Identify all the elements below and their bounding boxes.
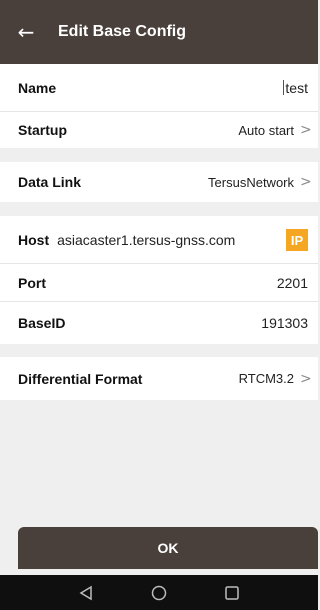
host-input[interactable]: asiacaster1.tersus-gnss.com [57, 232, 270, 248]
diff-format-label: Differential Format [18, 370, 143, 387]
name-input[interactable]: test [282, 80, 308, 96]
diff-format-value: RTCM3.2 [238, 371, 294, 386]
app-header: ← Edit Base Config [0, 0, 318, 64]
host-label: Host [18, 232, 50, 248]
nav-back-button[interactable] [76, 583, 96, 603]
data-link-value: TersusNetwork [208, 174, 294, 190]
startup-label: Startup [18, 122, 67, 138]
ip-toggle-button[interactable]: IP [286, 229, 308, 251]
startup-value: Auto start [238, 122, 294, 138]
chevron-right-icon: > [300, 174, 312, 190]
chevron-right-icon: > [300, 122, 312, 138]
port-row[interactable]: Port 2201 [0, 264, 318, 302]
port-input[interactable]: 2201 [277, 275, 308, 291]
chevron-right-icon: > [300, 370, 312, 387]
recents-square-icon [224, 585, 239, 600]
name-label: Name [18, 80, 57, 96]
page-title: Edit Base Config [58, 23, 187, 40]
back-triangle-icon [79, 585, 93, 600]
name-row[interactable]: Name test [0, 64, 318, 112]
data-link-row[interactable]: Data Link TersusNetwork > [0, 162, 318, 202]
nav-home-button[interactable] [149, 583, 169, 603]
host-row: Host asiacaster1.tersus-gnss.com IP [0, 216, 318, 264]
ok-button[interactable]: OK [18, 527, 318, 569]
back-button[interactable]: ← [4, 22, 48, 42]
base-id-input[interactable]: 191303 [261, 315, 308, 331]
port-label: Port [18, 275, 46, 291]
nav-recents-button[interactable] [222, 583, 242, 603]
data-link-label: Data Link [18, 174, 82, 190]
startup-row[interactable]: Startup Auto start > [0, 112, 318, 148]
diff-format-row[interactable]: Differential Format RTCM3.2 > [0, 357, 318, 400]
base-id-row[interactable]: BaseID 191303 [0, 302, 318, 344]
arrow-left-icon: ← [17, 20, 35, 44]
home-circle-icon [151, 585, 167, 600]
system-nav-bar [0, 575, 318, 610]
name-value: test [285, 80, 308, 96]
base-id-label: BaseID [18, 315, 66, 331]
